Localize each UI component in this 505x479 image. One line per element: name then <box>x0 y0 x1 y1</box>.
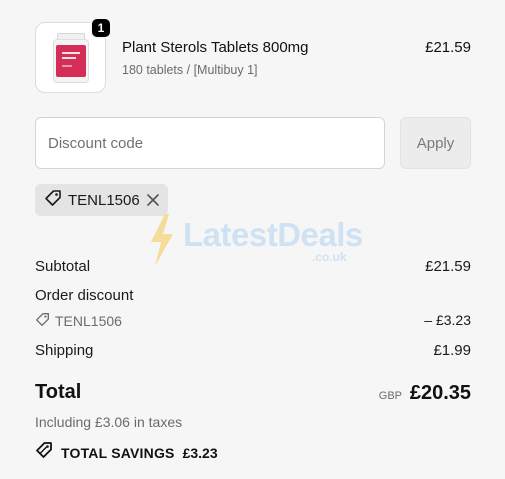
watermark-brand: LatestDeals <box>183 216 363 253</box>
remove-discount-button[interactable] <box>146 193 160 207</box>
subtotal-label: Subtotal <box>35 258 91 275</box>
taxes-note: Including £3.06 in taxes <box>35 414 183 430</box>
supplement-bottle-icon <box>52 32 89 83</box>
order-discount-code-row: TENL1506 – £3.23 <box>35 312 471 330</box>
subtotal-value: £21.59 <box>425 258 471 275</box>
total-savings-value: £3.23 <box>182 444 218 461</box>
subtotal-row: Subtotal £21.59 <box>35 258 471 275</box>
shipping-value: £1.99 <box>433 342 471 359</box>
quantity-badge: 1 <box>90 17 112 39</box>
order-discount-row: Order discount <box>35 287 471 304</box>
savings-tag-icon <box>35 441 55 464</box>
apply-discount-button[interactable]: Apply <box>400 117 471 169</box>
total-row: Total GBP £20.35 <box>35 381 471 409</box>
total-label: Total <box>35 381 82 403</box>
total-value: £20.35 <box>409 382 471 404</box>
tag-icon <box>35 312 50 330</box>
product-variant: 180 tablets / [Multibuy 1] <box>122 63 258 77</box>
cart-line-item: 1 Plant Sterols Tablets 800mg 180 tablet… <box>35 17 471 94</box>
applied-discount-code: TENL1506 <box>68 191 140 209</box>
product-name: Plant Sterols Tablets 800mg <box>122 39 309 56</box>
product-price: £21.59 <box>425 39 471 56</box>
tag-icon <box>44 189 62 212</box>
order-discount-label: Order discount <box>35 287 134 304</box>
close-icon <box>146 194 159 206</box>
shipping-row: Shipping £1.99 <box>35 342 471 359</box>
order-discount-code: TENL1506 <box>55 313 122 329</box>
order-discount-value: – £3.23 <box>424 312 471 328</box>
total-savings-label: TOTAL SAVINGS <box>61 444 175 461</box>
discount-code-input[interactable] <box>35 117 385 169</box>
total-currency: GBP <box>378 390 402 402</box>
shipping-label: Shipping <box>35 342 94 359</box>
total-savings-row: TOTAL SAVINGS £3.23 <box>35 441 218 464</box>
